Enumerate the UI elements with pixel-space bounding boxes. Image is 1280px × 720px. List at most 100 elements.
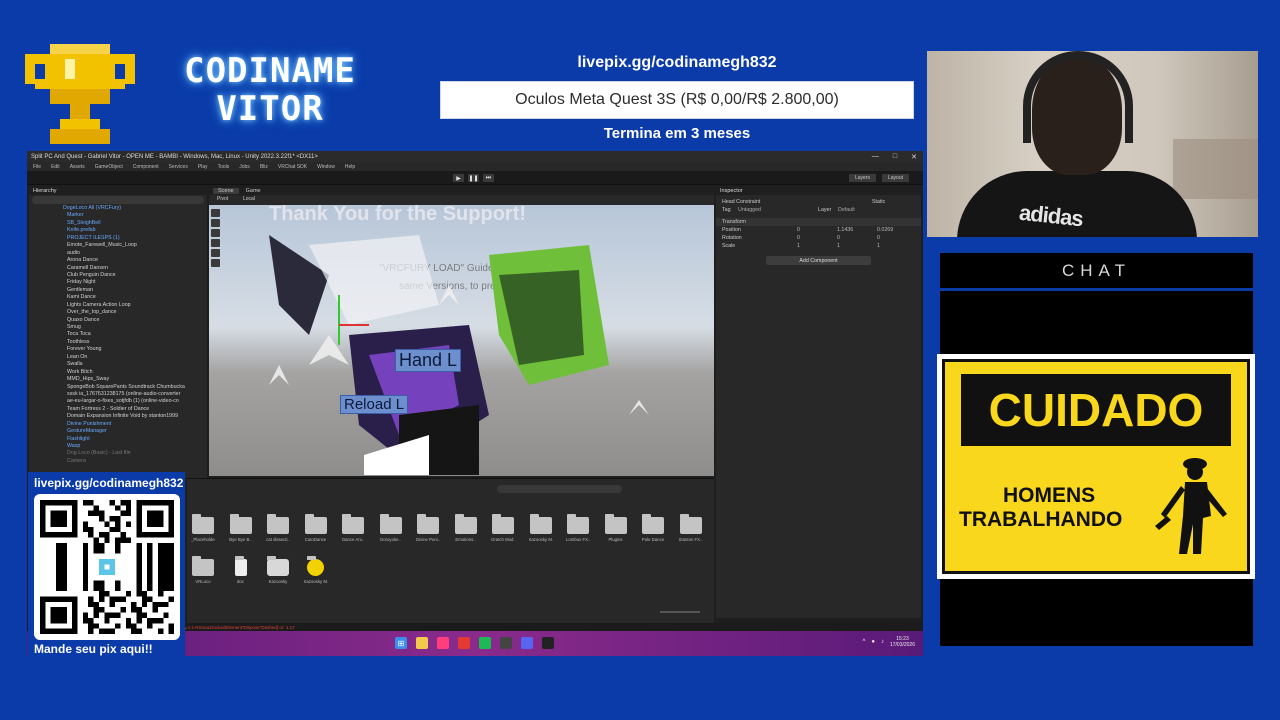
spotify-icon[interactable] — [479, 637, 491, 649]
transform-z-field[interactable]: 0 — [877, 235, 917, 241]
app-icon[interactable] — [437, 637, 449, 649]
browser-icon[interactable] — [458, 637, 470, 649]
unity-icon[interactable] — [542, 637, 554, 649]
hierarchy-item[interactable]: GestureManager — [29, 428, 207, 435]
project-folder[interactable]: doc — [229, 556, 253, 584]
hierarchy-item[interactable]: Swalla — [29, 361, 207, 368]
hierarchy-item[interactable]: Flashlight — [29, 436, 207, 443]
layer-dropdown[interactable]: Default — [838, 207, 855, 213]
menu-services[interactable]: Services — [169, 164, 188, 170]
hierarchy-item[interactable]: Forever Young — [29, 346, 207, 353]
hierarchy-item[interactable]: Gentleman — [29, 287, 207, 294]
hierarchy-tab[interactable]: Hierarchy — [29, 186, 207, 195]
transform-header[interactable]: Transform — [716, 218, 921, 226]
project-folder[interactable]: Dance Ani.. — [341, 514, 365, 542]
hierarchy-item[interactable]: sssk ia_1767631238175 (online-audio-conv… — [29, 391, 207, 398]
transform-x-field[interactable]: 1 — [797, 243, 837, 249]
menu-play[interactable]: Play — [198, 164, 208, 170]
transform-y-field[interactable]: 1 — [837, 243, 877, 249]
transform-y-field[interactable]: 1.1436 — [837, 227, 877, 233]
rotate-tool-icon[interactable] — [211, 229, 220, 237]
layers-dropdown[interactable]: Layers — [848, 174, 876, 182]
hierarchy-item[interactable]: Marker — [29, 212, 207, 219]
maximize-icon[interactable]: □ — [893, 153, 897, 160]
tab-scene[interactable]: Scene — [213, 187, 239, 194]
transform-z-field[interactable]: 1 — [877, 243, 917, 249]
hierarchy-item[interactable]: Caramell Dansen — [29, 265, 207, 272]
hierarchy-item[interactable]: MMD_Hips_Sway — [29, 376, 207, 383]
project-folder[interactable]: Kazoosky M.. — [529, 514, 553, 542]
project-folder[interactable]: VRLoco — [191, 556, 215, 584]
scale-tool-icon[interactable] — [211, 239, 220, 247]
menu-assets[interactable]: Assets — [70, 164, 85, 170]
rect-tool-icon[interactable] — [211, 249, 220, 257]
icon-size-slider[interactable] — [660, 611, 700, 613]
hierarchy-item[interactable]: Team Fortress 2 - Soldier of Dance — [29, 406, 207, 413]
hierarchy-item[interactable]: Work Bitch — [29, 369, 207, 376]
hierarchy-item[interactable]: Toca Toca — [29, 331, 207, 338]
hierarchy-search-input[interactable] — [32, 196, 204, 204]
menu-component[interactable]: Component — [133, 164, 159, 170]
reload-bone-label[interactable]: Reload L — [340, 395, 409, 414]
hierarchy-item[interactable]: PROJECT ILESPS (1) — [29, 235, 207, 242]
hierarchy-item[interactable]: Dog Loco (Basic) - Last file — [29, 450, 207, 457]
hierarchy-item[interactable]: Club Penguin Dance — [29, 272, 207, 279]
menu-edit[interactable]: Edit — [51, 164, 60, 170]
hierarchy-item[interactable]: Quaxo Dance — [29, 317, 207, 324]
hierarchy-item[interactable]: Divine Punishment — [29, 421, 207, 428]
volume-icon[interactable]: ♪ — [881, 639, 884, 645]
layout-dropdown[interactable]: Layout — [881, 174, 909, 182]
transform-z-field[interactable]: 0.0269 — [877, 227, 917, 233]
hierarchy-item[interactable]: Kami Dance — [29, 294, 207, 301]
menu-jobs[interactable]: Jobs — [239, 164, 250, 170]
hierarchy-item[interactable]: DogeLoco All (VRCFury) — [29, 205, 207, 212]
windows-start-icon[interactable]: ⊞ — [395, 637, 407, 649]
inspector-tab[interactable]: Inspector — [716, 186, 921, 195]
chevron-up-icon[interactable]: ^ — [863, 639, 866, 645]
hierarchy-item[interactable]: audio — [29, 250, 207, 257]
hierarchy-item[interactable]: Lights Camera Action Loop — [29, 302, 207, 309]
hierarchy-item[interactable]: Emote_Farewell_Music_Loop — [29, 242, 207, 249]
project-folder[interactable]: Emotions.. — [454, 514, 478, 542]
hierarchy-item[interactable]: Knife.prefab — [29, 227, 207, 234]
project-folder[interactable]: Pole Dance — [641, 514, 665, 542]
goal-url[interactable]: livepix.gg/codinamegh832 — [440, 54, 914, 72]
hierarchy-item[interactable]: Over_the_top_dance — [29, 309, 207, 316]
hierarchy-item[interactable]: SB_SleighBell — [29, 220, 207, 227]
taskbar-clock[interactable]: 15:23 17/03/2026 — [890, 636, 915, 648]
discord-icon[interactable] — [521, 637, 533, 649]
network-icon[interactable]: ● — [871, 639, 875, 645]
menu-tools[interactable]: Tools — [218, 164, 230, 170]
play-icon[interactable]: ▶ — [453, 174, 464, 182]
menu-vrchat-sdk[interactable]: VRChat SDK — [278, 164, 307, 170]
hierarchy-item[interactable]: Arona Dance — [29, 257, 207, 264]
local-toggle[interactable]: Local — [243, 196, 255, 202]
hierarchy-item[interactable]: Wasp — [29, 443, 207, 450]
tab-game[interactable]: Game — [241, 188, 266, 194]
transform-x-field[interactable]: 0 — [797, 235, 837, 241]
hand-bone-label[interactable]: Hand L — [395, 349, 462, 372]
qr-code[interactable] — [34, 494, 180, 640]
menu-gameobject[interactable]: GameObject — [95, 164, 123, 170]
hierarchy-item[interactable]: Friday Night — [29, 279, 207, 286]
hierarchy-item[interactable]: Camera — [29, 458, 207, 465]
hand-tool-icon[interactable] — [211, 209, 220, 217]
menu-bliz[interactable]: Bliz — [260, 164, 268, 170]
project-folder[interactable]: _Placeholder — [191, 514, 215, 542]
project-folder[interactable]: Lombox FX.. — [566, 514, 590, 542]
hierarchy-item[interactable]: Domain Expansion Infinite Void by stanto… — [29, 413, 207, 420]
minimize-icon[interactable]: — — [872, 153, 879, 160]
hierarchy-item[interactable]: SpongeBob SquarePants Soundtrack Chumbuc… — [29, 384, 207, 391]
project-folder[interactable]: Doroyoke.. — [379, 514, 403, 542]
project-folder[interactable]: Kazoosky M.. — [304, 556, 328, 584]
project-folder[interactable]: Stanton FX.. — [679, 514, 703, 542]
hierarchy-item[interactable]: Toothless — [29, 339, 207, 346]
menu-file[interactable]: File — [33, 164, 41, 170]
hierarchy-item[interactable]: Smug — [29, 324, 207, 331]
menu-window[interactable]: Window — [317, 164, 335, 170]
move-tool-icon[interactable] — [211, 219, 220, 227]
project-folder[interactable]: Bye Bye B.. — [229, 514, 253, 542]
project-folder[interactable]: Divine Puni.. — [416, 514, 440, 542]
menu-help[interactable]: Help — [345, 164, 355, 170]
tag-dropdown[interactable]: Untagged — [738, 207, 818, 213]
